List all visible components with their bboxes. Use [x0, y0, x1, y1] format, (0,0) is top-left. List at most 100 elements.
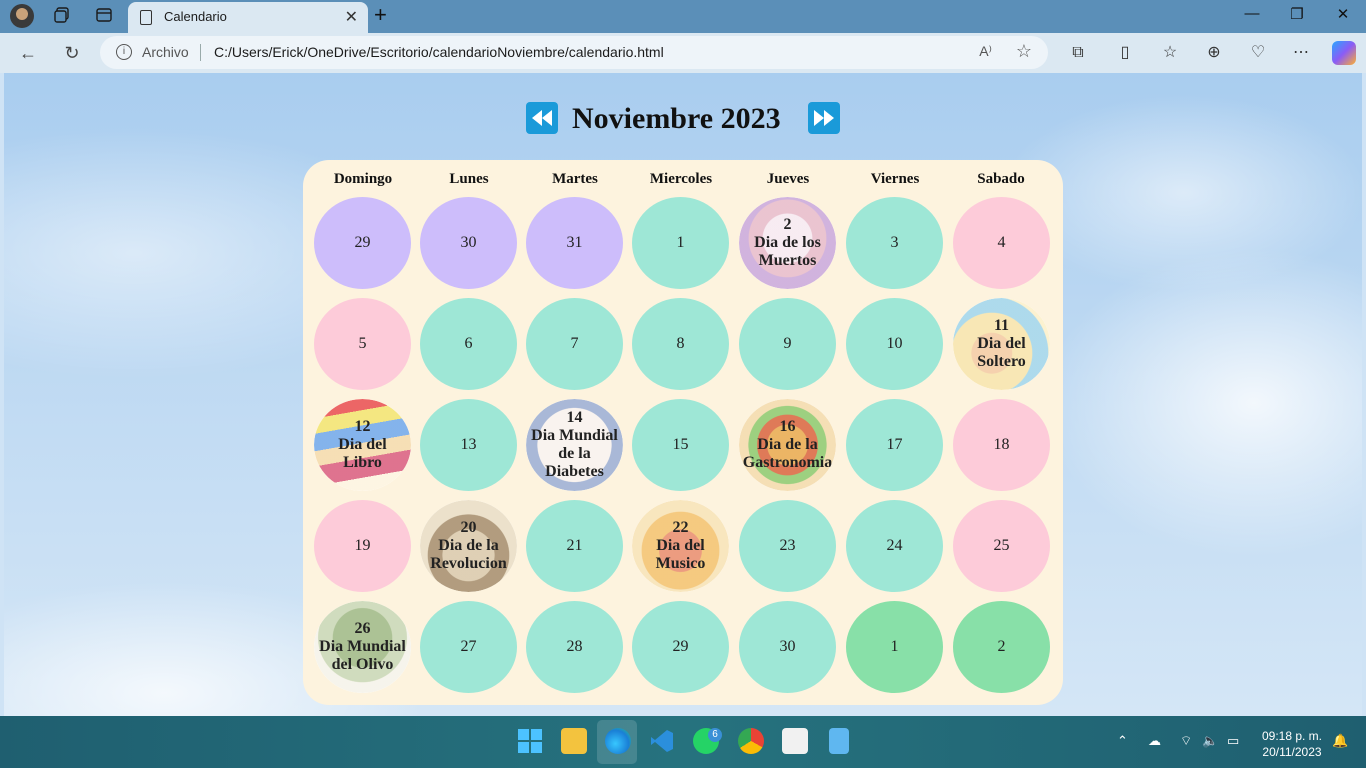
vscode-icon[interactable] [649, 728, 675, 754]
day-cell[interactable]: 23 [739, 500, 836, 592]
day-number: 30 [460, 234, 477, 251]
day-label: 6 [465, 335, 473, 353]
favorites-icon[interactable]: ☆ [1158, 41, 1182, 65]
extensions-icon[interactable]: ⧉ [1066, 41, 1090, 65]
settings-more-icon[interactable]: ⋯ [1289, 41, 1313, 65]
day-cell[interactable]: 1 [846, 601, 943, 693]
performance-icon[interactable]: ♡ [1246, 41, 1270, 65]
chevron-up-icon[interactable]: ⌃ [1117, 733, 1128, 749]
collections-icon[interactable]: ⊕ [1202, 41, 1226, 65]
read-aloud-icon[interactable]: A⁾ [979, 43, 992, 60]
new-tab-icon[interactable]: + [374, 4, 387, 26]
day-cell[interactable]: 25 [953, 500, 1050, 592]
day-cell[interactable]: 12 Dia del Libro [314, 399, 411, 491]
day-cell[interactable]: 29 [632, 601, 729, 693]
day-number: 17 [886, 436, 903, 453]
address-prefix: Archivo [142, 44, 189, 60]
minimize-icon[interactable]: — [1237, 5, 1267, 22]
day-cell[interactable]: 22 Dia del Musico [632, 500, 729, 592]
site-info-icon[interactable]: i [116, 44, 132, 60]
battery-icon[interactable]: ▭ [1227, 733, 1239, 749]
event-name-line: del Olivo [331, 656, 394, 673]
wifi-icon[interactable]: ⌔ [1180, 733, 1192, 749]
day-cell[interactable]: 6 [420, 298, 517, 390]
day-cell[interactable]: 30 [420, 197, 517, 289]
day-cell[interactable]: 7 [526, 298, 623, 390]
day-number: 1 [676, 234, 685, 251]
day-cell[interactable]: 2 Dia de los Muertos [739, 197, 836, 289]
day-cell[interactable]: 11 Dia del Soltero [953, 298, 1050, 390]
day-cell[interactable]: 3 [846, 197, 943, 289]
day-number: 3 [890, 234, 899, 251]
day-label: 22 Dia del Musico [656, 519, 706, 573]
day-number: 15 [672, 436, 689, 453]
close-tab-icon[interactable]: ✕ [345, 7, 358, 27]
system-clock[interactable]: 09:18 p. m. 20/11/2023 [1256, 728, 1328, 760]
calendar-header: Noviembre 2023 [4, 102, 1362, 138]
chrome-icon[interactable] [738, 728, 764, 754]
edge-icon[interactable] [605, 728, 631, 754]
day-cell[interactable]: 30 [739, 601, 836, 693]
day-label: 13 [461, 436, 477, 454]
refresh-icon[interactable]: ↻ [60, 41, 84, 65]
restore-icon[interactable]: ❐ [1282, 5, 1312, 23]
day-number: 11 [993, 317, 1010, 334]
day-cell[interactable]: 18 [953, 399, 1050, 491]
day-cell[interactable]: 26 Dia Mundial del Olivo [314, 601, 411, 693]
day-cell[interactable]: 15 [632, 399, 729, 491]
day-cell[interactable]: 8 [632, 298, 729, 390]
day-cell[interactable]: 13 [420, 399, 517, 491]
vertical-tabs-icon[interactable] [94, 6, 114, 26]
day-cell[interactable]: 19 [314, 500, 411, 592]
day-cell[interactable]: 14 Dia Mundial de la Diabetes [526, 399, 623, 491]
day-label: 29 [673, 638, 689, 656]
day-cell[interactable]: 2 [953, 601, 1050, 693]
day-cell[interactable]: 1 [632, 197, 729, 289]
notepad-icon[interactable] [829, 728, 849, 754]
day-cell[interactable]: 10 [846, 298, 943, 390]
page-icon [140, 10, 152, 25]
day-cell[interactable]: 31 [526, 197, 623, 289]
favorite-star-icon[interactable]: ☆ [1016, 41, 1032, 62]
day-cell[interactable]: 20 Dia de la Revolucion [420, 500, 517, 592]
prev-month-button[interactable] [526, 102, 558, 134]
day-cell[interactable]: 9 [739, 298, 836, 390]
event-name-line: de la [558, 445, 591, 462]
start-windows-icon[interactable] [517, 728, 543, 754]
day-cell[interactable]: 28 [526, 601, 623, 693]
onedrive-cloud-icon[interactable]: ☁ [1148, 733, 1161, 749]
split-screen-icon[interactable]: ▯ [1113, 41, 1137, 65]
calendar-grid: Domingo Lunes Martes Miercoles Jueves Vi… [303, 160, 1063, 705]
month-title: Noviembre 2023 [572, 102, 781, 135]
back-icon[interactable]: ← [16, 41, 40, 65]
day-label: 20 Dia de la Revolucion [430, 519, 506, 573]
day-cell[interactable]: 21 [526, 500, 623, 592]
day-cell[interactable]: 27 [420, 601, 517, 693]
workspaces-icon[interactable] [52, 6, 72, 26]
notification-bell-icon[interactable]: 🔔 [1332, 733, 1348, 749]
next-month-button[interactable] [808, 102, 840, 134]
day-cell[interactable]: 16 Dia de la Gastronomia [739, 399, 836, 491]
day-cell[interactable]: 4 [953, 197, 1050, 289]
address-bar[interactable]: i Archivo C:/Users/Erick/OneDrive/Escrit… [100, 36, 1048, 69]
volume-icon[interactable]: 🔈 [1202, 733, 1218, 749]
day-cell[interactable]: 29 [314, 197, 411, 289]
dayname-jueves: Jueves [766, 171, 810, 187]
url-text[interactable]: C:/Users/Erick/OneDrive/Escritorio/calen… [214, 44, 664, 60]
day-cell[interactable]: 24 [846, 500, 943, 592]
file-explorer-icon[interactable] [561, 728, 587, 754]
profile-avatar[interactable] [10, 4, 34, 28]
event-name-line: Dia del [656, 537, 705, 554]
day-label: 27 [461, 638, 477, 656]
day-label: 2 [998, 638, 1006, 656]
day-label: 16 Dia de la Gastronomia [743, 418, 832, 472]
day-label: 24 [887, 537, 903, 555]
tab-calendario[interactable]: Calendario ✕ [128, 2, 368, 33]
close-window-icon[interactable]: ✕ [1328, 5, 1358, 23]
day-cell[interactable]: 5 [314, 298, 411, 390]
day-label: 17 [887, 436, 903, 454]
day-cell[interactable]: 17 [846, 399, 943, 491]
day-label: 23 [780, 537, 796, 555]
copilot-icon[interactable] [1332, 41, 1356, 65]
app-icon[interactable] [782, 728, 808, 754]
